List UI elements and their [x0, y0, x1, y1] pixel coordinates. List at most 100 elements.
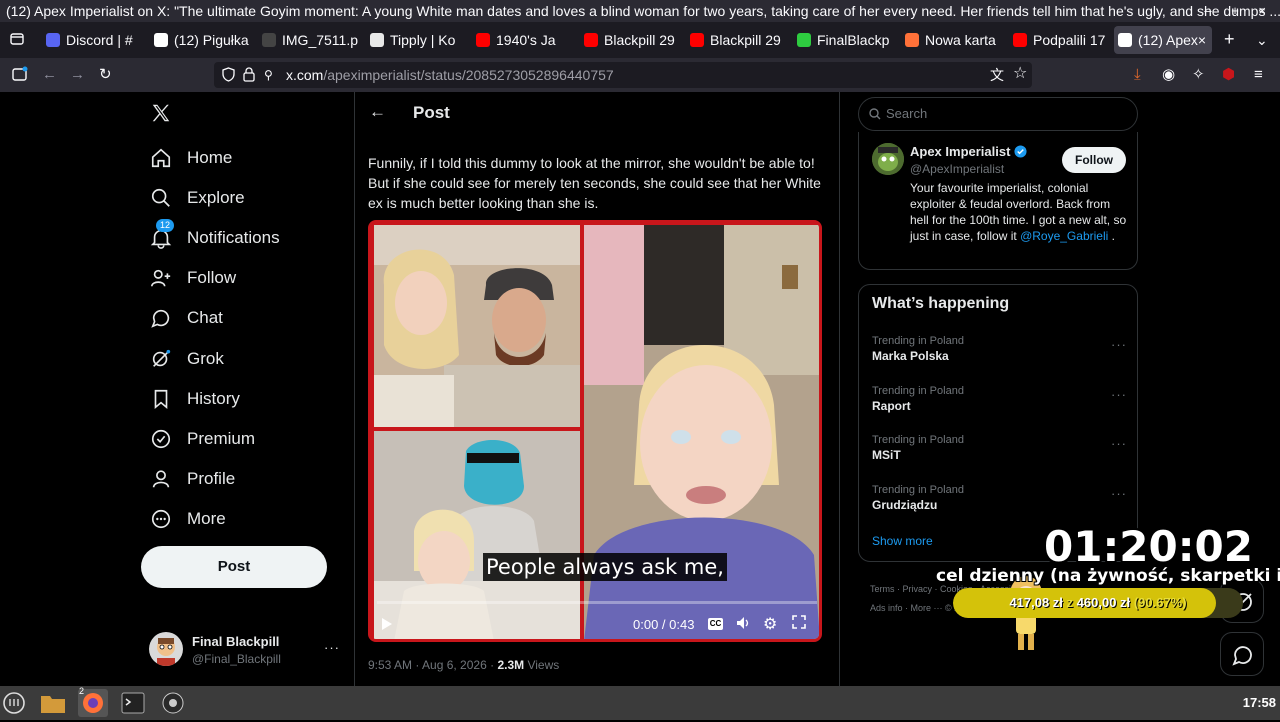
tab-favicon-icon [690, 33, 704, 47]
lock-icon[interactable] [243, 67, 255, 87]
settings-icon[interactable]: ⚙ [763, 614, 777, 634]
translate-icon[interactable]: 文 [990, 66, 1004, 84]
sidebar-item-label: Explore [187, 188, 245, 207]
tab-6[interactable]: Blackpill 29 [580, 26, 676, 54]
tab-10[interactable]: Podpalili 17 [1009, 26, 1105, 54]
profile-name[interactable]: Apex Imperialist [910, 144, 1027, 159]
start-menu-icon[interactable] [2, 691, 26, 715]
show-more-link[interactable]: Show more [872, 534, 933, 548]
window-controls[interactable]: – + × [1204, 0, 1274, 22]
goal-progress-bar: 417,08 zł z 460,00 zł (90.67%) [953, 588, 1243, 618]
forward-icon[interactable]: → [70, 66, 85, 84]
sidebar-item-label: Grok [187, 349, 224, 368]
tab-label: IMG_7511.png [282, 32, 358, 48]
tab-label: Tipply | Ko [390, 32, 456, 48]
tab-1[interactable]: Discord | # [42, 26, 138, 54]
tab-7[interactable]: Blackpill 29 [686, 26, 782, 54]
tab-label: 1940's Ja [496, 32, 556, 48]
tab-favicon-icon [1118, 33, 1132, 47]
post-button[interactable]: Post [141, 546, 327, 588]
tab-favicon-icon [46, 33, 60, 47]
play-icon[interactable] [381, 617, 393, 636]
profile-bio-end: . [1111, 229, 1115, 243]
downloads-icon[interactable]: ⤓ [1134, 66, 1141, 84]
tab-4[interactable]: Tipply | Ko [366, 26, 464, 54]
window-title: (12) Apex Imperialist on X: "The ultimat… [6, 3, 1280, 19]
tab-11[interactable]: (12) Apex × [1114, 26, 1212, 54]
profile-avatar[interactable] [872, 143, 904, 175]
tracking-shield-icon[interactable] [222, 67, 235, 87]
tab-2[interactable]: (12) Pigułka [150, 26, 252, 54]
permissions-icon[interactable]: ⚲ [264, 66, 273, 84]
stream-timer: 01:20:02 [1044, 522, 1253, 571]
tab-8[interactable]: FinalBlackp [793, 26, 891, 54]
chat-float-button[interactable] [1220, 632, 1264, 676]
sidebar-item-label: Profile [187, 469, 236, 488]
tab-9[interactable]: Nowa karta [901, 26, 997, 54]
account-icon[interactable]: ◉ [1162, 66, 1175, 84]
ublock-icon[interactable]: ⬢ [1222, 66, 1235, 84]
url-text[interactable]: x.com/apeximperialist/status/20852730528… [286, 62, 614, 88]
file-manager-icon[interactable] [38, 689, 68, 717]
sidebar-toggle-icon[interactable] [12, 66, 28, 87]
tab-label: Podpalili 17 [1033, 32, 1105, 48]
chat-icon [150, 307, 172, 329]
taskbar-clock: 17:58 [1242, 695, 1276, 710]
trend-item[interactable]: Trending in Poland Grudziądzu ··· [872, 484, 1127, 512]
bio-link[interactable]: @Roye_Gabrieli [1020, 229, 1108, 243]
extensions-icon[interactable]: ✧ [1192, 66, 1205, 84]
post-date[interactable]: 9:53 AM · Aug 6, 2026 · [368, 658, 494, 672]
new-tab-button[interactable]: + [1224, 29, 1235, 50]
views-count: 2.3M [497, 658, 525, 672]
account-more-icon[interactable]: ··· [324, 640, 340, 655]
post-text: Funnily, if I told this dummy to look at… [368, 155, 821, 211]
video-panel-top-left [374, 225, 580, 427]
tab-3[interactable]: IMG_7511.png [258, 26, 358, 54]
menu-icon[interactable]: ≡ [1254, 66, 1263, 84]
video-controls: 0:00 / 0:43 CC ⚙ [371, 611, 819, 639]
follow-button[interactable]: Follow [1062, 147, 1126, 173]
trend-name: MSiT [872, 448, 901, 462]
tab-label: Nowa karta [925, 32, 996, 48]
search-icon [150, 187, 172, 209]
person-icon [150, 468, 172, 490]
profile-bio: Your favourite imperialist, colonial exp… [910, 180, 1130, 244]
obs-icon[interactable] [158, 689, 188, 717]
search-input[interactable]: Search [858, 97, 1138, 131]
x-logo-icon[interactable] [150, 102, 172, 129]
trend-more-icon[interactable]: ··· [1111, 486, 1127, 501]
video-player[interactable]: People always ask me, 0:00 / 0:43 CC ⚙ [368, 220, 822, 642]
reload-icon[interactable]: ↻ [99, 66, 112, 84]
notification-badge: 12 [156, 219, 175, 232]
captions-icon[interactable]: CC [708, 618, 723, 630]
terminal-icon[interactable] [118, 689, 148, 717]
trend-more-icon[interactable]: ··· [1111, 337, 1127, 352]
tab-overflow-icon[interactable]: ⌄ [1256, 32, 1268, 49]
tab-favicon-icon [584, 33, 598, 47]
close-tab-icon[interactable]: × [1198, 26, 1206, 54]
bookmark-star-icon[interactable]: ☆ [1013, 65, 1027, 83]
tab-favicon-icon [905, 33, 919, 47]
sidebar-item-label: Home [187, 148, 233, 167]
trend-more-icon[interactable]: ··· [1111, 436, 1127, 451]
goal-separator: z [1066, 595, 1074, 610]
back-arrow-icon[interactable]: ← [369, 102, 386, 122]
trend-more-icon[interactable]: ··· [1111, 387, 1127, 402]
trend-item[interactable]: Trending in Poland Marka Polska ··· [872, 335, 1127, 363]
tab-5[interactable]: 1940's Ja [472, 26, 568, 54]
goal-target: 460,00 zł [1076, 595, 1131, 610]
tab-list-icon[interactable] [10, 32, 24, 49]
post-column: ← Post Funnily, if I told this dummy to … [354, 92, 840, 686]
back-icon[interactable]: ← [42, 66, 57, 84]
fullscreen-icon[interactable] [792, 615, 806, 634]
firefox-taskbar-icon[interactable]: 2 [78, 686, 108, 717]
person-plus-icon [150, 267, 172, 289]
volume-icon[interactable] [735, 615, 751, 634]
avatar[interactable] [149, 632, 183, 666]
video-panel-bottom-left [374, 431, 580, 639]
account-handle: @Final_Blackpill [192, 652, 281, 666]
video-progress-bar[interactable] [377, 601, 817, 604]
trend-item[interactable]: Trending in Poland Raport ··· [872, 385, 1127, 413]
address-bar[interactable]: ⚲ x.com/apeximperialist/status/208527305… [214, 62, 1032, 88]
trend-item[interactable]: Trending in Poland MSiT ··· [872, 434, 1127, 462]
